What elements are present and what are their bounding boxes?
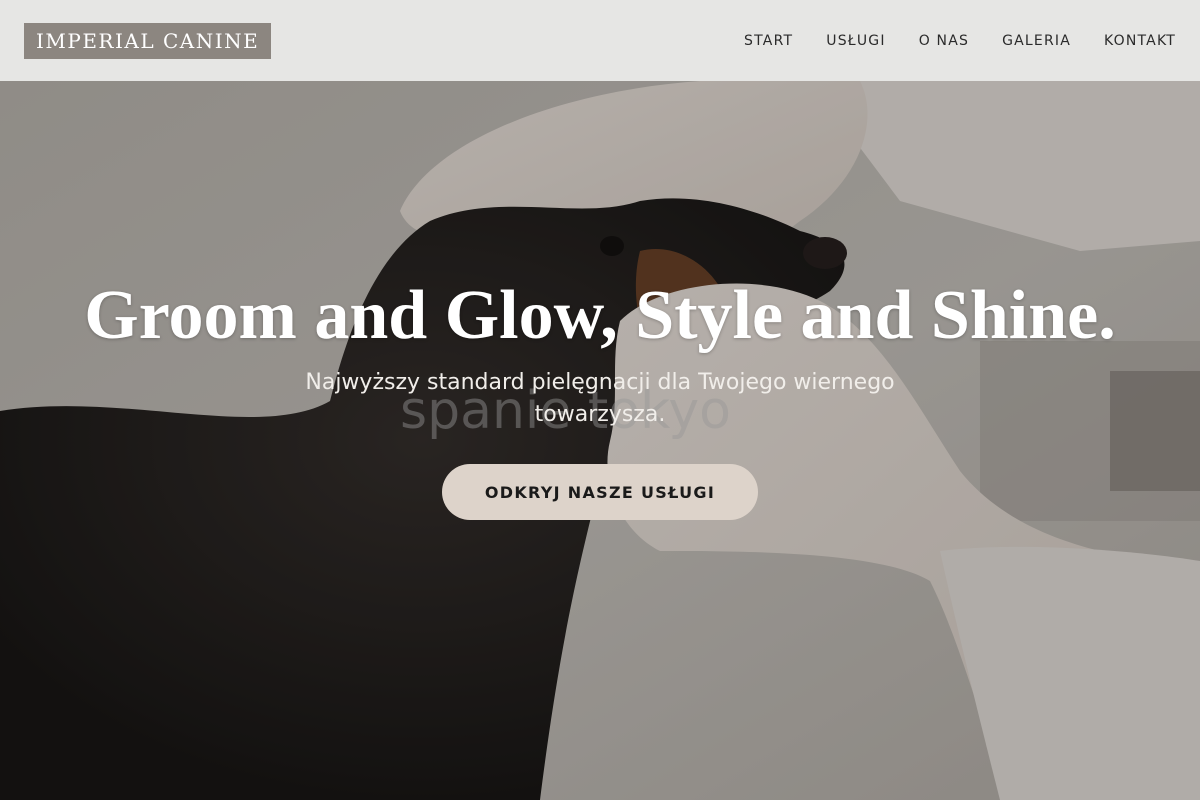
nav-start[interactable]: START (744, 33, 793, 49)
nav-galeria[interactable]: GALERIA (1002, 33, 1071, 49)
main-nav: START USŁUGI O NAS GALERIA KONTAKT (744, 33, 1176, 49)
hero-section: spanie tokyo Groom and Glow, Style and S… (0, 81, 1200, 800)
site-header: IMPERIAL CANINE START USŁUGI O NAS GALER… (0, 0, 1200, 81)
nav-kontakt[interactable]: KONTAKT (1104, 33, 1176, 49)
hero-subtitle: Najwyższy standard pielęgnacji dla Twoje… (305, 370, 895, 427)
hero-headline: Groom and Glow, Style and Shine. (84, 277, 1116, 354)
logo[interactable]: IMPERIAL CANINE (24, 22, 272, 59)
discover-services-button[interactable]: ODKRYJ NASZE USŁUGI (442, 464, 758, 520)
nav-o-nas[interactable]: O NAS (919, 33, 969, 49)
nav-uslugi[interactable]: USŁUGI (826, 33, 885, 49)
